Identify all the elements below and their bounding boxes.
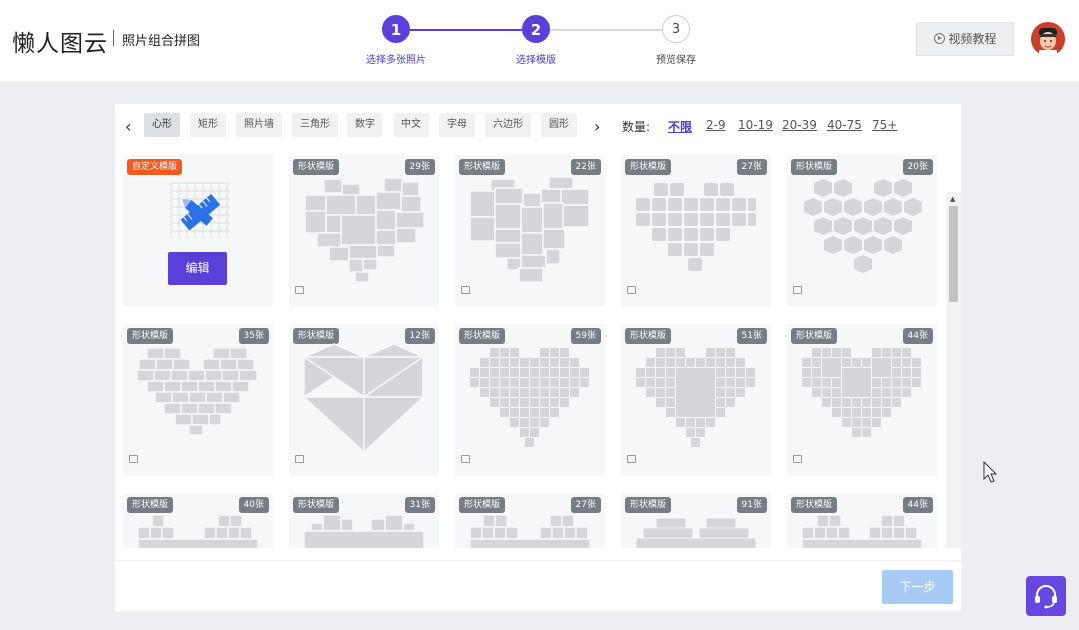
grid-scrollbar[interactable]: ▲ ▼ [946, 192, 961, 548]
template-card[interactable]: 形状模版 27张 [621, 155, 771, 307]
heart-template-thumbnail [801, 514, 923, 548]
category-chip-photowall[interactable]: 照片墙 [236, 113, 282, 137]
image-small-icon [295, 286, 304, 294]
category-chip-letter[interactable]: 字母 [439, 113, 475, 137]
custom-template-card[interactable]: 自定义模版 编辑 [123, 155, 273, 307]
step-1-circle: 1 [382, 15, 410, 43]
top-header: 懒人图云 照片组合拼图 1 选择多张照片 2 选择模版 3 预览保存 视频教程 [0, 0, 1079, 83]
category-chip-hexagon[interactable]: 六边形 [485, 113, 531, 137]
heart-template-thumbnail [635, 517, 757, 548]
quantity-filter-10-19[interactable]: 10-19 [738, 118, 773, 132]
category-toolbar: ‹ 心形 矩形 照片墙 三角形 数字 中文 字母 六边形 圆形 › 数量: 不限… [115, 104, 961, 148]
template-card[interactable]: 形状模版 51张 [621, 324, 771, 476]
template-card[interactable]: 形状模版 91张 [621, 493, 771, 548]
category-chip-circle[interactable]: 圆形 [541, 113, 577, 137]
template-card[interactable]: 形状模版 12张 [289, 324, 439, 476]
template-card[interactable]: 形状模版 44张 [787, 324, 937, 476]
customer-service-button[interactable] [1026, 576, 1066, 616]
image-small-icon [129, 455, 138, 463]
template-card[interactable]: 形状模版 40张 [123, 493, 273, 548]
edit-button[interactable]: 编辑 [168, 252, 227, 285]
next-step-button[interactable]: 下一步 [882, 570, 953, 604]
quantity-filter-20-39[interactable]: 20-39 [782, 118, 817, 132]
play-circle-icon [933, 33, 945, 44]
heart-template-thumbnail [303, 514, 425, 548]
scrollbar-thumb[interactable] [949, 206, 958, 302]
quantity-filter-75-plus[interactable]: 75+ [872, 118, 897, 132]
template-card[interactable]: 形状模版 31张 [289, 493, 439, 548]
step-3-circle: 3 [662, 15, 690, 43]
heart-template-thumbnail [636, 183, 756, 271]
heart-template-thumbnail [137, 514, 259, 548]
scroll-up-icon[interactable]: ▲ [950, 195, 955, 203]
chevron-right-icon[interactable]: › [594, 117, 600, 136]
step-connector-todo [550, 29, 662, 31]
brand-divider [113, 30, 114, 46]
page-subtitle: 照片组合拼图 [122, 34, 201, 49]
hexagon-heart-thumbnail [804, 179, 922, 273]
image-small-icon [461, 286, 470, 294]
category-chip-rect[interactable]: 矩形 [190, 113, 226, 137]
quantity-filter-2-9[interactable]: 2-9 [706, 118, 726, 132]
template-card[interactable]: 形状模版 20张 [787, 155, 937, 307]
template-panel: ‹ 心形 矩形 照片墙 三角形 数字 中文 字母 六边形 圆形 › 数量: 不限… [115, 104, 961, 611]
center-grid-heart-thumbnail [636, 348, 755, 447]
image-small-icon [793, 286, 802, 294]
user-avatar[interactable] [1031, 22, 1065, 56]
template-grid: 自定义模版 编辑 形状模版 29张 形状模版 22张 形状模版 27张 形状模版… [115, 148, 961, 548]
step-connector-done [410, 29, 522, 31]
ruler-pencil-icon [170, 182, 231, 239]
video-tutorial-label: 视频教程 [948, 32, 997, 46]
image-small-icon [295, 455, 304, 463]
mixed-grid-heart-thumbnail [802, 348, 921, 437]
step-2-circle: 2 [522, 15, 550, 43]
quantity-filter-all[interactable]: 不限 [668, 118, 692, 135]
video-tutorial-button[interactable]: 视频教程 [916, 22, 1014, 56]
template-card[interactable]: 形状模版 35张 [123, 324, 273, 476]
mouse-cursor-icon [983, 461, 998, 483]
headset-icon [1035, 585, 1057, 609]
template-card[interactable]: 形状模版 59张 [455, 324, 605, 476]
triangle-heart-thumbnail [301, 343, 426, 454]
step-2-label: 选择模版 [516, 55, 556, 66]
brick-heart-thumbnail [136, 347, 258, 436]
heart-template-thumbnail [469, 176, 590, 283]
heart-template-thumbnail [304, 177, 425, 283]
step-1-label: 选择多张照片 [366, 55, 426, 66]
step-3-label: 预览保存 [656, 55, 696, 66]
brand-logo-text[interactable]: 懒人图云 [12, 24, 108, 58]
quantity-filter-40-75[interactable]: 40-75 [827, 118, 862, 132]
category-chip-triangle[interactable]: 三角形 [292, 113, 338, 137]
template-card[interactable]: 形状模版 44张 [787, 493, 937, 548]
category-chip-heart[interactable]: 心形 [144, 113, 180, 137]
footer-divider [115, 560, 961, 561]
category-chip-number[interactable]: 数字 [347, 113, 383, 137]
image-small-icon [627, 286, 636, 294]
template-card[interactable]: 形状模版 29张 [289, 155, 439, 307]
image-small-icon [793, 455, 802, 463]
template-card[interactable]: 形状模版 27张 [455, 493, 605, 548]
image-small-icon [627, 455, 636, 463]
small-grid-heart-thumbnail [470, 348, 589, 447]
quantity-label: 数量: [622, 120, 651, 134]
heart-template-thumbnail [469, 514, 591, 548]
chevron-left-icon[interactable]: ‹ [125, 117, 131, 136]
image-small-icon [461, 455, 470, 463]
template-card[interactable]: 形状模版 22张 [455, 155, 605, 307]
category-chip-chinese[interactable]: 中文 [393, 113, 429, 137]
